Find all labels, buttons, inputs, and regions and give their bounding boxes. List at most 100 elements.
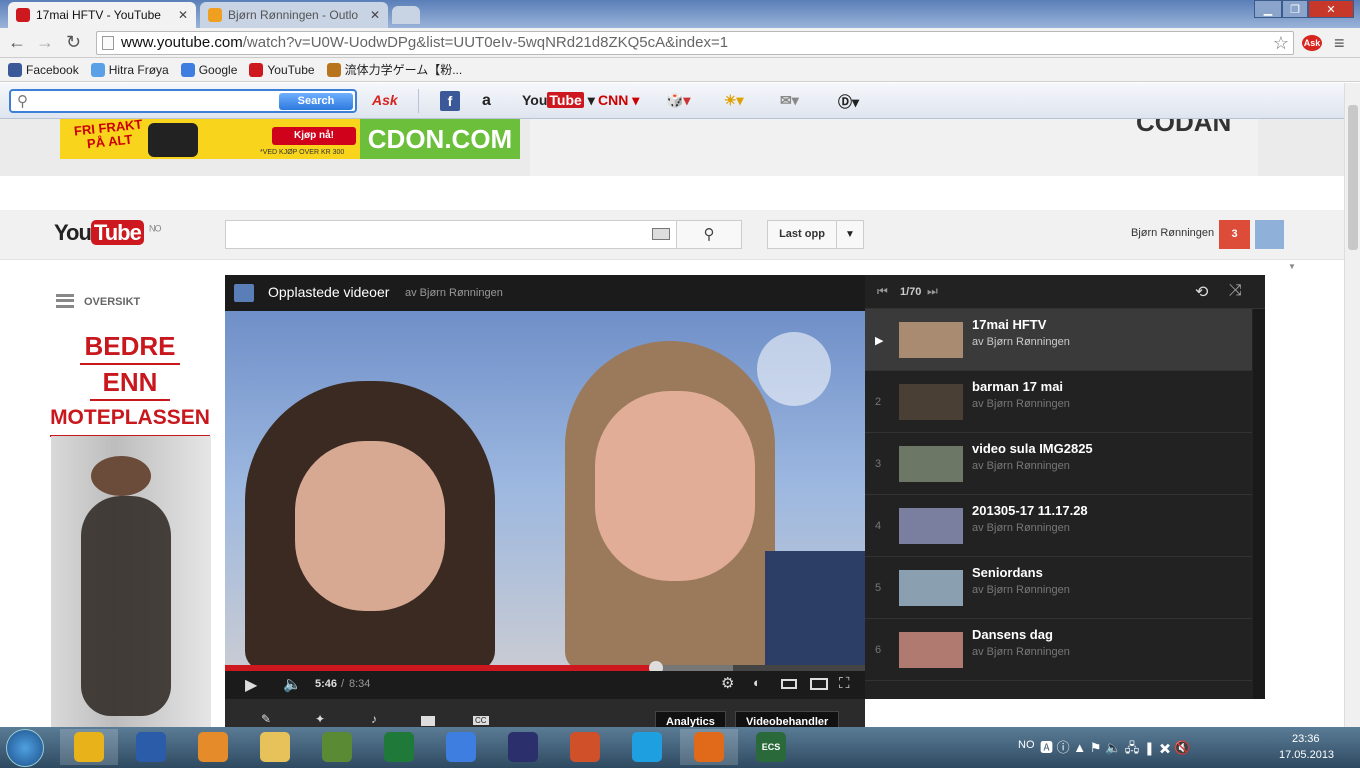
upload-button[interactable]: Last opp xyxy=(767,220,837,249)
keyboard-icon[interactable] xyxy=(652,228,670,240)
loop-icon[interactable]: ⟲ xyxy=(1195,282,1208,302)
address-bar[interactable]: www.youtube.com/watch?v=U0W-UodwDPg&list… xyxy=(96,31,1294,55)
playlist-item[interactable]: ▶ 17mai HFTV av Bjørn Rønningen xyxy=(865,309,1252,371)
cdon-logo[interactable]: CDON.COM xyxy=(360,119,520,159)
cnn-icon[interactable]: CNN ▾ xyxy=(598,92,639,109)
bookmark-facebook[interactable]: Facebook xyxy=(8,62,79,77)
ask-icon[interactable]: Ask xyxy=(372,92,398,108)
dictionary-icon[interactable]: Ⓓ▾ xyxy=(838,92,859,112)
edit-pencil-icon[interactable]: ✎ xyxy=(261,712,271,726)
user-name[interactable]: Bjørn Rønningen xyxy=(1131,227,1214,239)
games-icon[interactable]: 🎲▾ xyxy=(666,92,690,109)
bookmark-youtube[interactable]: YouTube xyxy=(249,62,315,77)
ad-buy-button[interactable]: Kjøp nå! xyxy=(272,127,356,145)
fullscreen-icon[interactable]: ⛶ xyxy=(839,675,850,692)
playlist-title[interactable]: Opplastede videoer xyxy=(268,284,389,300)
settings-gear-icon[interactable]: ⚙ xyxy=(721,674,734,692)
large-player-icon[interactable] xyxy=(810,678,828,690)
page-scrollbar[interactable] xyxy=(1344,83,1360,727)
small-player-icon[interactable] xyxy=(781,679,797,689)
close-window-icon[interactable]: ✕ xyxy=(1308,0,1354,18)
ad-right[interactable]: CODAN xyxy=(530,119,1258,176)
video-thumbnail xyxy=(899,570,963,606)
playlist-author[interactable]: av Bjørn Rønningen xyxy=(405,287,503,299)
youtube-icon[interactable]: You Tube ▾ xyxy=(522,92,595,109)
annotations-icon[interactable]: ◐ xyxy=(753,675,761,690)
toolbar-divider xyxy=(418,89,419,113)
tray-icons[interactable]: 🅰 ⓘ ▲ ⚑ 🔈 🖧 ▮ ✖ 🔇 xyxy=(1040,737,1190,761)
avatar[interactable] xyxy=(1255,220,1284,249)
bookmark-hitra-froya[interactable]: Hitra Frøya xyxy=(90,62,169,77)
explorer-taskbar-button[interactable] xyxy=(246,729,304,765)
powerpoint-taskbar-button[interactable] xyxy=(556,729,614,765)
bookmark-star-icon[interactable]: ☆ xyxy=(1273,32,1289,54)
volume-icon[interactable]: 🔈 xyxy=(283,675,302,693)
shuffle-icon[interactable]: ⤨ xyxy=(1229,282,1242,300)
mail-icon[interactable]: ✉▾ xyxy=(780,92,799,109)
next-icon[interactable]: ⏭ xyxy=(927,284,938,299)
media-player-taskbar-button[interactable] xyxy=(184,729,242,765)
annotation-icon[interactable] xyxy=(421,716,435,726)
ask-search-input[interactable]: ⚲ Search xyxy=(9,89,357,113)
sidebar-ad-photo[interactable] xyxy=(51,436,211,727)
tab-outlook[interactable]: Bjørn Rønningen - Outlo ✕ xyxy=(200,2,388,28)
minecraft-taskbar-button[interactable] xyxy=(308,729,366,765)
play-icon[interactable]: ▶ xyxy=(245,675,257,695)
youtube-logo[interactable]: You Tube NO xyxy=(54,220,161,246)
ecs-taskbar-button[interactable]: ECS xyxy=(742,729,800,765)
playlist-scrollbar[interactable] xyxy=(1253,309,1265,699)
chrome-taskbar-button[interactable] xyxy=(60,729,118,765)
menu-icon[interactable]: ≡ xyxy=(1334,33,1345,54)
notification-badge[interactable]: 3 xyxy=(1219,220,1250,249)
guide-menu-icon[interactable] xyxy=(56,294,74,308)
playlist-item[interactable]: 3 video sula IMG2825 av Bjørn Rønningen xyxy=(865,433,1252,495)
google-taskbar-button[interactable] xyxy=(432,729,490,765)
bookmark-fluid-game[interactable]: 流体力学ゲーム【粉... xyxy=(326,61,463,78)
new-tab-button[interactable] xyxy=(392,6,420,24)
excel-taskbar-button[interactable] xyxy=(370,729,428,765)
guide-label[interactable]: OVERSIKT xyxy=(84,296,140,308)
close-tab-icon[interactable]: ✕ xyxy=(178,8,188,22)
ask-extension-icon[interactable]: Ask xyxy=(1302,35,1322,51)
tab-youtube[interactable]: 17mai HFTV - YouTube ✕ xyxy=(8,2,196,28)
enhance-wand-icon[interactable]: ✦ xyxy=(315,712,325,726)
ad-free-shipping: FRI FRAKT PÅ ALT xyxy=(73,119,144,152)
weather-icon[interactable]: ☀▾ xyxy=(724,92,744,109)
ad-left[interactable]: FRI FRAKT PÅ ALT Kjøp nå! *VED KJØP OVER… xyxy=(60,119,360,159)
bookmark-google[interactable]: Google xyxy=(180,62,237,77)
playlist-item[interactable]: 2 barman 17 mai av Bjørn Rønningen xyxy=(865,371,1252,433)
playlist-item[interactable]: 4 201305-17 11.17.28 av Bjørn Rønningen xyxy=(865,495,1252,557)
close-tab-icon[interactable]: ✕ xyxy=(370,8,380,22)
chevron-down-icon[interactable]: ▼ xyxy=(836,220,864,249)
forward-arrow-icon[interactable]: → xyxy=(36,33,54,51)
amazon-icon[interactable]: a xyxy=(482,92,491,110)
ask-search-button[interactable]: Search xyxy=(279,93,353,110)
start-button[interactable] xyxy=(6,729,44,767)
bookmark-label: 流体力学ゲーム【粉... xyxy=(344,63,463,77)
audio-note-icon[interactable]: ♪ xyxy=(371,712,377,726)
clock-date[interactable]: 17.05.2013 xyxy=(1279,749,1334,761)
minimize-icon[interactable]: ▁ xyxy=(1254,0,1282,18)
firefox-taskbar-button[interactable] xyxy=(680,729,738,765)
playlist-item[interactable]: 5 Seniordans av Bjørn Rønningen xyxy=(865,557,1252,619)
restore-icon[interactable]: ❐ xyxy=(1282,0,1308,18)
captions-icon[interactable]: CC xyxy=(473,716,489,725)
back-arrow-icon[interactable]: ← xyxy=(8,33,26,51)
chevron-down-icon[interactable]: ▼ xyxy=(1288,262,1296,271)
video-manager-button[interactable]: Videobehandler xyxy=(735,711,840,727)
scroll-thumb[interactable] xyxy=(1348,105,1358,250)
skype-taskbar-button[interactable] xyxy=(618,729,676,765)
language-indicator[interactable]: NO xyxy=(1018,739,1035,751)
playlist-item[interactable]: 6 Dansens dag av Bjørn Rønningen xyxy=(865,619,1252,681)
facebook-icon[interactable]: f xyxy=(440,91,460,111)
previous-icon[interactable]: ⏮ xyxy=(877,284,888,299)
stellarium-taskbar-button[interactable] xyxy=(494,729,552,765)
youtube-search-input[interactable] xyxy=(225,220,677,249)
youtube-search-button[interactable]: ⚲ xyxy=(676,220,742,249)
clock-time[interactable]: 23:36 xyxy=(1292,733,1320,745)
reload-icon[interactable]: ↻ xyxy=(66,33,81,51)
video-frame[interactable] xyxy=(225,311,865,671)
analytics-button[interactable]: Analytics xyxy=(655,711,726,727)
word-taskbar-button[interactable] xyxy=(122,729,180,765)
sidebar-ad[interactable]: BEDRE ENN MOTEPLASSEN xyxy=(50,329,210,437)
